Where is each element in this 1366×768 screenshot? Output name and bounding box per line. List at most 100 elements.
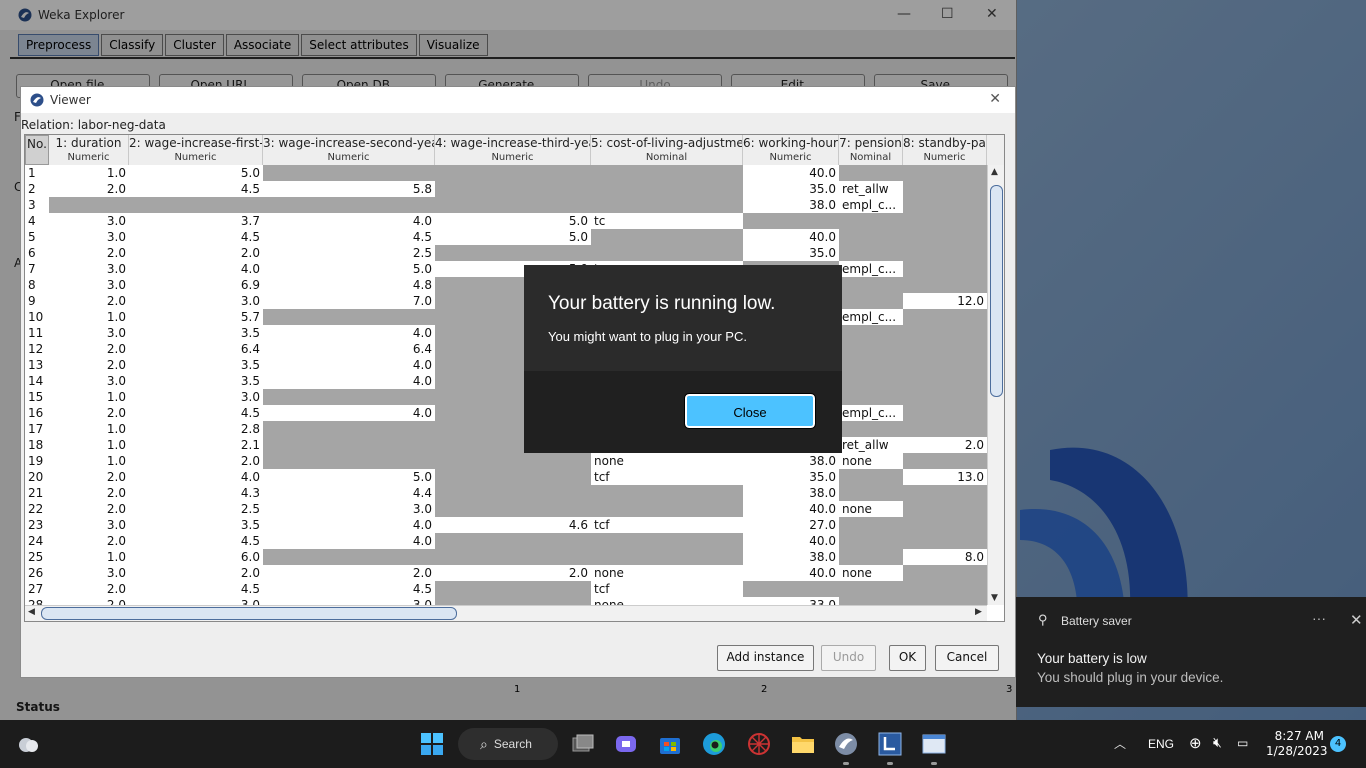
table-cell[interactable]: 4.5: [129, 405, 263, 421]
table-cell[interactable]: [263, 549, 435, 565]
clock[interactable]: 8:27 AM 1/28/2023: [1266, 729, 1328, 759]
table-cell[interactable]: tcf: [591, 581, 743, 597]
table-cell[interactable]: [903, 581, 987, 597]
table-cell[interactable]: [839, 245, 903, 261]
table-cell[interactable]: [591, 181, 743, 197]
table-cell[interactable]: 2.0: [49, 245, 129, 261]
table-cell[interactable]: 1.0: [49, 549, 129, 565]
table-cell[interactable]: 4.0: [263, 533, 435, 549]
table-cell[interactable]: empl_c...: [839, 197, 903, 213]
table-cell[interactable]: [435, 245, 591, 261]
table-cell[interactable]: 5.0: [435, 213, 591, 229]
table-cell[interactable]: [839, 325, 903, 341]
table-cell[interactable]: 4.0: [263, 373, 435, 389]
table-cell[interactable]: 3.0: [129, 389, 263, 405]
table-cell[interactable]: [263, 165, 435, 181]
table-cell[interactable]: [839, 533, 903, 549]
column-header[interactable]: 2: wage-increase-first-year Numeric: [129, 135, 263, 165]
column-header[interactable]: 8: standby-pay Numeric: [903, 135, 987, 165]
table-cell[interactable]: [903, 389, 987, 405]
table-row[interactable]: 3 38.0 empl_c...: [25, 197, 987, 213]
more-options-icon[interactable]: ···: [1312, 610, 1326, 626]
table-cell[interactable]: tcf: [591, 469, 743, 485]
table-row[interactable]: 20 2.0 4.0 5.0 tcf 35.0 13.0: [25, 469, 987, 485]
weka-taskbar-icon[interactable]: [832, 730, 860, 758]
table-cell[interactable]: 40.0: [743, 533, 839, 549]
remote-app-icon[interactable]: [876, 730, 904, 758]
table-row[interactable]: 8 3.0 6.9 4.8: [25, 277, 987, 293]
chevron-up-icon[interactable]: ︿: [1114, 735, 1126, 752]
table-cell[interactable]: 3.5: [129, 373, 263, 389]
table-row[interactable]: 25 1.0 6.0 38.0 8.0: [25, 549, 987, 565]
column-header-no[interactable]: No.: [25, 135, 49, 165]
table-cell[interactable]: 38.0: [743, 453, 839, 469]
table-cell[interactable]: [839, 293, 903, 309]
scroll-right-icon[interactable]: ▶: [975, 607, 982, 617]
table-cell[interactable]: [839, 229, 903, 245]
table-cell[interactable]: [263, 437, 435, 453]
task-view-icon[interactable]: [569, 730, 597, 758]
table-cell[interactable]: [903, 453, 987, 469]
table-cell[interactable]: 3.5: [129, 325, 263, 341]
column-header[interactable]: 4: wage-increase-third-year Numeric: [435, 135, 591, 165]
table-cell[interactable]: [435, 485, 591, 501]
table-cell[interactable]: 7.0: [263, 293, 435, 309]
table-cell[interactable]: 2.5: [263, 245, 435, 261]
table-cell[interactable]: [903, 485, 987, 501]
table-cell[interactable]: none: [591, 565, 743, 581]
table-cell[interactable]: [839, 549, 903, 565]
table-cell[interactable]: 3.5: [129, 357, 263, 373]
table-cell[interactable]: [435, 197, 591, 213]
table-row[interactable]: 9 2.0 3.0 7.0 12.0: [25, 293, 987, 309]
table-cell[interactable]: [839, 165, 903, 181]
table-cell[interactable]: 27.0: [743, 517, 839, 533]
table-cell[interactable]: 40.0: [743, 165, 839, 181]
undo-button[interactable]: Undo: [821, 645, 876, 671]
battery-saver-toast[interactable]: ⚲ Battery saver ··· ✕ Your battery is lo…: [1016, 597, 1366, 707]
table-cell[interactable]: 1.0: [49, 165, 129, 181]
vertical-scrollbar[interactable]: ▲ ▼: [987, 165, 1004, 605]
table-cell[interactable]: [903, 261, 987, 277]
table-cell[interactable]: 5.0: [129, 165, 263, 181]
table-cell[interactable]: 6.4: [129, 341, 263, 357]
table-cell[interactable]: [903, 181, 987, 197]
table-cell[interactable]: 1.0: [49, 437, 129, 453]
add-instance-button[interactable]: Add instance: [717, 645, 814, 671]
table-cell[interactable]: none: [839, 565, 903, 581]
table-cell[interactable]: [435, 165, 591, 181]
table-cell[interactable]: [435, 469, 591, 485]
table-cell[interactable]: [903, 565, 987, 581]
table-cell[interactable]: [49, 197, 129, 213]
table-cell[interactable]: [591, 245, 743, 261]
table-row[interactable]: 26 3.0 2.0 2.0 2.0 none 40.0 none: [25, 565, 987, 581]
table-cell[interactable]: [263, 453, 435, 469]
table-cell[interactable]: 2.0: [49, 405, 129, 421]
table-cell[interactable]: 3.0: [49, 277, 129, 293]
table-cell[interactable]: [591, 229, 743, 245]
language-indicator[interactable]: ENG: [1148, 737, 1174, 751]
table-cell[interactable]: 2.0: [49, 581, 129, 597]
table-cell[interactable]: 4.0: [129, 261, 263, 277]
table-cell[interactable]: 3.0: [263, 501, 435, 517]
table-cell[interactable]: [591, 165, 743, 181]
table-cell[interactable]: 2.0: [49, 533, 129, 549]
table-cell[interactable]: ret_allw: [839, 437, 903, 453]
table-cell[interactable]: [435, 533, 591, 549]
table-cell[interactable]: 8.0: [903, 549, 987, 565]
spider-app-icon[interactable]: [745, 730, 773, 758]
table-cell[interactable]: [903, 309, 987, 325]
table-cell[interactable]: 2.1: [129, 437, 263, 453]
table-cell[interactable]: 2.0: [49, 501, 129, 517]
table-cell[interactable]: 4.5: [263, 581, 435, 597]
cancel-button[interactable]: Cancel: [935, 645, 999, 671]
table-cell[interactable]: 4.3: [129, 485, 263, 501]
table-cell[interactable]: ret_allw: [839, 181, 903, 197]
table-cell[interactable]: 35.0: [743, 469, 839, 485]
table-cell[interactable]: [263, 421, 435, 437]
table-cell[interactable]: [743, 213, 839, 229]
table-cell[interactable]: 3.0: [49, 565, 129, 581]
network-icon[interactable]: ⊕: [1189, 734, 1202, 752]
table-row[interactable]: 73.04.05.05.0tcempl_c...: [25, 261, 987, 277]
table-cell[interactable]: 4.5: [263, 229, 435, 245]
table-cell[interactable]: [903, 213, 987, 229]
